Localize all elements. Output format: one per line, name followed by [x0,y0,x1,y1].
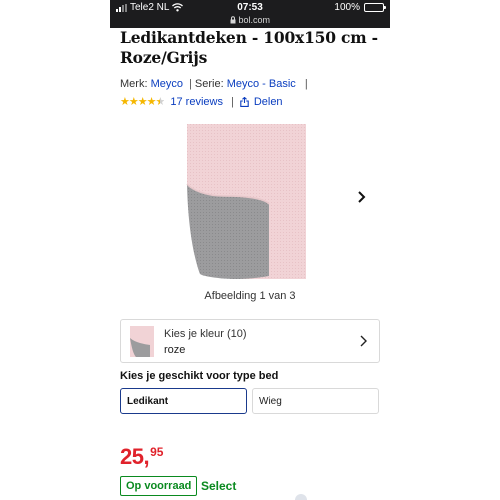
separator: | [189,78,192,90]
brand-label: Merk: [120,78,148,90]
info-icon [295,494,307,500]
url-text: bol.com [238,15,271,25]
star-icon: ★ [137,96,148,108]
lock-icon [230,16,236,24]
reviews-link[interactable]: 17 reviews [170,96,223,108]
price-euros: 25, [120,444,150,469]
color-label: Kies je kleur (10) [164,328,247,340]
rating-row: ★★★★★ 17 reviews | Delen [120,95,283,109]
separator: | [230,95,234,108]
color-value: roze [164,344,186,356]
star-icon: ★ [146,96,157,108]
chevron-right-icon [360,335,367,347]
color-selector[interactable]: Kies je kleur (10) roze [120,319,380,363]
bed-type-heading: Kies je geschikt voor type bed [120,370,279,382]
price: 25,95 [120,440,163,469]
star-rating: ★★★★★ [120,95,166,108]
brand-link[interactable]: Meyco [151,78,183,90]
product-meta: Merk: Meyco | Serie: Meyco - Basic | [120,78,311,90]
separator: | [301,78,308,90]
star-icon: ★ [120,96,130,108]
bed-option-ledikant[interactable]: Ledikant [120,388,247,414]
battery-percent: 100% [334,2,360,13]
price-cents: 95 [150,445,164,459]
bed-option-wieg[interactable]: Wieg [252,388,379,414]
chevron-right-icon[interactable] [354,190,368,204]
image-counter: Afbeelding 1 van 3 [204,290,296,302]
status-bar: Tele2 NL 07:53 bol.com 100% [110,0,390,28]
phone-viewport: Tele2 NL 07:53 bol.com 100% Ledikantdeke… [110,0,390,500]
star-icon: ★ [128,96,139,108]
share-button[interactable]: Delen [240,96,283,108]
stock-badge: Op voorraad [120,476,198,496]
battery-icon [364,3,386,12]
address-bar[interactable]: bol.com [110,15,390,25]
series-label: Serie: [194,78,224,90]
select-program-label[interactable]: Select [201,479,236,493]
product-title: Ledikantdeken - 100x150 cm - Roze/Grijs [120,28,378,67]
product-image[interactable] [184,124,308,280]
color-swatch [130,326,154,357]
share-icon [240,96,249,107]
status-right: 100% [334,2,386,13]
star-icon: ★ [155,96,166,108]
series-link[interactable]: Meyco - Basic [227,78,296,90]
share-label: Delen [253,95,283,108]
